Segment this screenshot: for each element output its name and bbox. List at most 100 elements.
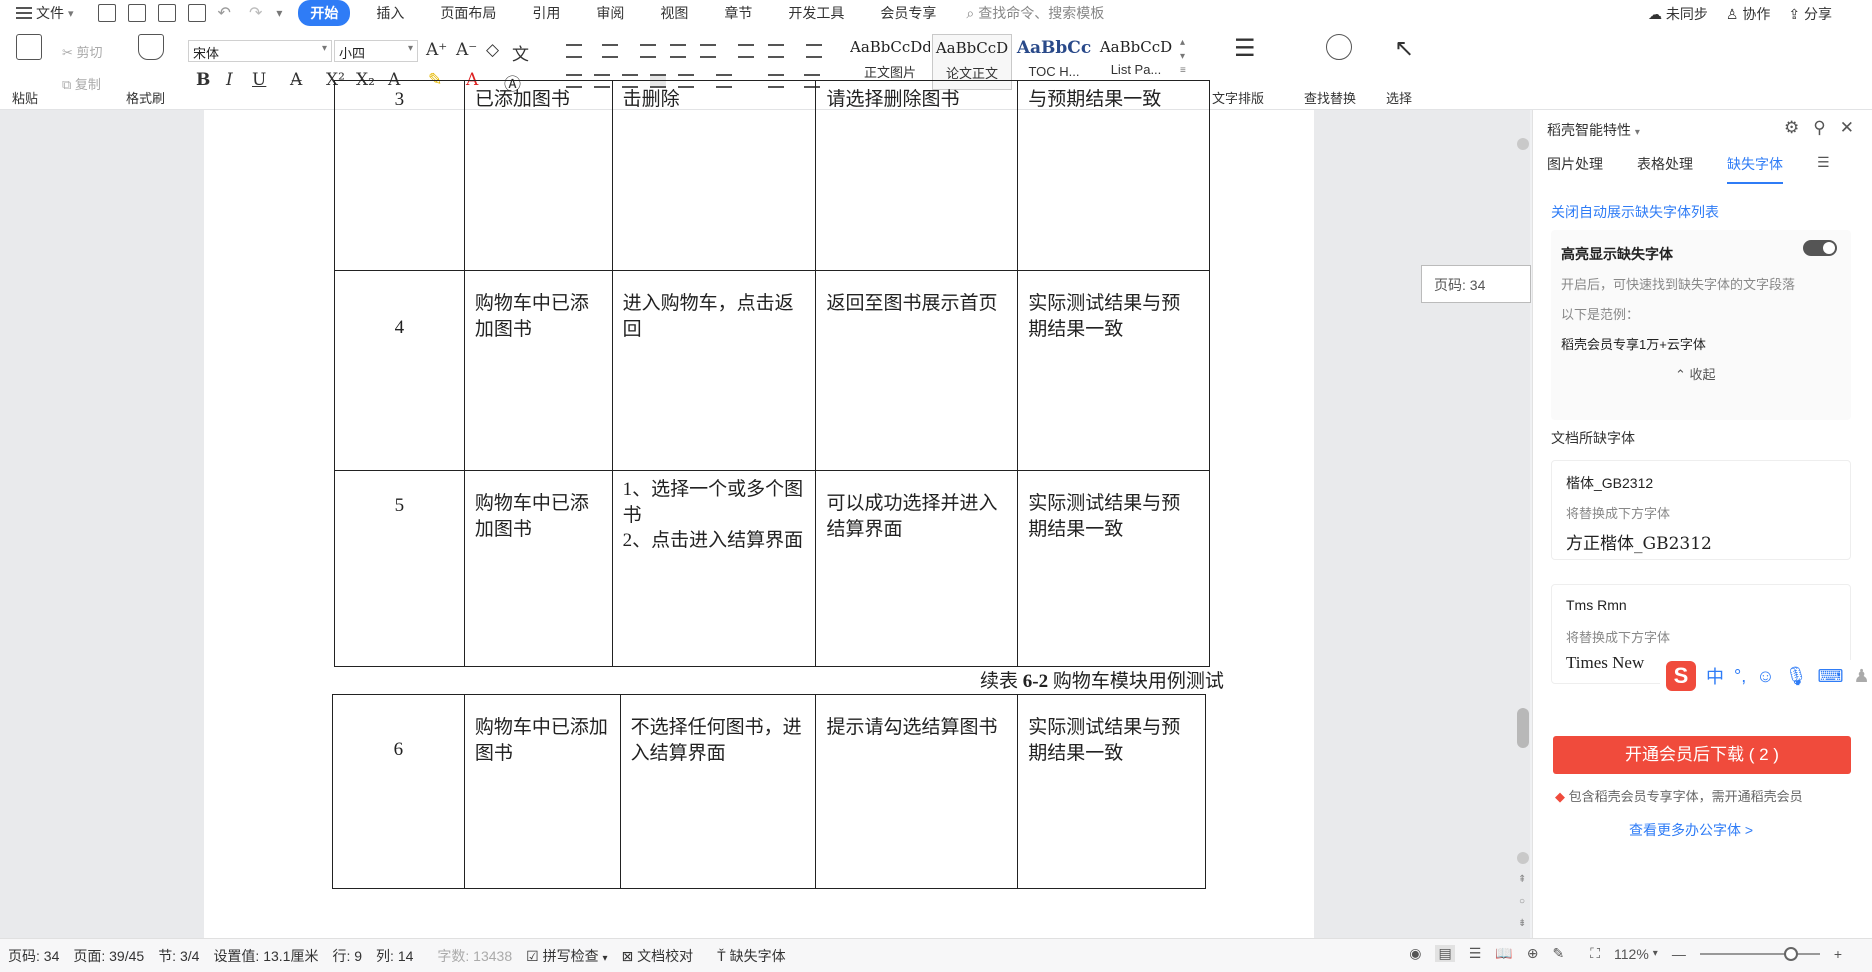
page-view-icon[interactable]: ▤ (1435, 945, 1455, 962)
zoom-out-icon[interactable]: — (1672, 946, 1686, 962)
print-preview-icon[interactable] (187, 4, 206, 22)
collab-button[interactable]: ♙ 协作 (1726, 4, 1770, 24)
tab-review[interactable]: 审阅 (586, 1, 634, 25)
member-download-button[interactable]: 开通会员后下载 ( 2 ) (1553, 736, 1851, 774)
underline-icon[interactable]: U (252, 70, 266, 90)
fit-page-icon[interactable]: ⛶ (1590, 945, 1600, 962)
sync-status[interactable]: ☁ 未同步 (1648, 4, 1708, 24)
numbered-list-icon[interactable] (602, 44, 618, 58)
strikethrough-icon[interactable]: A̶ (290, 70, 302, 90)
status-page[interactable]: 页面: 39/45 (73, 946, 144, 966)
export-pdf-icon[interactable] (127, 4, 146, 22)
paste-icon[interactable] (16, 34, 42, 60)
font-size-select[interactable]: 小四 (334, 40, 418, 62)
scroll-down-icon[interactable] (1517, 852, 1529, 864)
text-layout-icon[interactable]: ☰ (1234, 34, 1260, 62)
status-page-code[interactable]: 页码: 34 (8, 946, 59, 966)
zoom-slider[interactable] (1699, 946, 1820, 961)
outline-view-icon[interactable]: ☰ (1469, 945, 1482, 962)
pin-icon[interactable]: ⚲ (1813, 118, 1825, 138)
zoom-slider-knob[interactable] (1783, 946, 1798, 961)
undo-icon[interactable]: ↶ (218, 3, 231, 23)
tab-home[interactable]: 开始 (298, 0, 351, 26)
bullet-list-icon[interactable] (566, 44, 582, 58)
settings-gear-icon[interactable]: ⚙ (1784, 118, 1799, 138)
spell-check-button[interactable]: ☑ 拼写检查 ▾ (526, 946, 607, 966)
cursor-select-icon[interactable]: ↖ (1394, 34, 1420, 62)
ime-mode[interactable]: 中 (1706, 663, 1724, 689)
status-section[interactable]: 节: 3/4 (158, 946, 199, 966)
find-replace-button[interactable]: 查找替换 (1304, 88, 1356, 107)
magnifier-icon[interactable] (1326, 34, 1352, 60)
ime-punctuation[interactable]: °, (1734, 666, 1746, 687)
missing-font-button[interactable]: Ť 缺失字体 (717, 946, 785, 966)
status-col[interactable]: 列: 14 (376, 946, 413, 966)
keyboard-icon[interactable]: ⌨ (1817, 666, 1843, 687)
font-name-select[interactable]: 宋体 (188, 40, 332, 62)
share-button[interactable]: ⇪ 分享 (1788, 4, 1832, 24)
command-search[interactable]: ⌕ 查找命令、搜索模板 (966, 3, 1104, 23)
microphone-icon[interactable]: 🎙 (1785, 666, 1808, 687)
italic-icon[interactable]: I (226, 70, 233, 90)
sort-icon[interactable] (738, 44, 754, 58)
pinyin-icon[interactable]: 文 (512, 40, 529, 65)
file-menu[interactable]: 文件 ▾ (16, 3, 74, 23)
decrease-indent-icon[interactable] (640, 44, 656, 58)
collapse-button[interactable]: ⌃ 收起 (1675, 364, 1716, 383)
grow-font-icon[interactable]: A⁺ (426, 40, 447, 60)
write-mode-icon[interactable]: ✎ (1552, 945, 1564, 962)
tab-missing-fonts[interactable]: 缺失字体 (1727, 154, 1783, 184)
increase-indent-icon[interactable] (670, 44, 686, 58)
clear-format-icon[interactable]: ◇ (486, 40, 499, 60)
tab-chapter[interactable]: 章节 (714, 1, 762, 25)
zoom-in-icon[interactable]: + (1834, 946, 1842, 962)
emoji-icon[interactable]: ☺ (1756, 666, 1774, 687)
status-word-count[interactable]: 字数: 13438 (437, 946, 512, 966)
missing-font-card[interactable]: 楷体_GB2312 将替换成下方字体 方正楷体_GB2312 (1551, 460, 1851, 560)
format-painter-button[interactable]: 格式刷 (126, 88, 165, 107)
paste-button[interactable]: 粘贴 (12, 88, 38, 107)
tab-references[interactable]: 引用 (522, 1, 570, 25)
print-icon[interactable] (157, 4, 176, 22)
zoom-level[interactable]: 112% (1614, 946, 1649, 962)
scroll-thumb[interactable] (1517, 708, 1529, 748)
styles-scroll-icon[interactable]: ▴ ▾ ≡ (1180, 36, 1186, 78)
copy-button[interactable]: ⧉ 复制 (62, 74, 101, 93)
format-painter-icon[interactable] (138, 34, 164, 60)
distribute-icon[interactable] (806, 44, 822, 58)
reading-view-icon[interactable]: 📖 (1495, 945, 1512, 962)
show-marks-icon[interactable] (768, 44, 784, 58)
tab-developer[interactable]: 开发工具 (778, 1, 854, 25)
shrink-font-icon[interactable]: A⁻ (456, 40, 477, 60)
skin-icon[interactable]: ♟ (1853, 666, 1869, 687)
cut-button[interactable]: ✂ 剪切 (62, 42, 103, 61)
save-icon[interactable] (97, 4, 116, 22)
more-fonts-link[interactable]: 查看更多办公字体 > (1629, 820, 1753, 840)
tab-view[interactable]: 视图 (650, 1, 698, 25)
redo-icon[interactable]: ↷ (249, 3, 262, 23)
ime-toolbar[interactable]: S 中 °, ☺ 🎙 ⌨ ♟ (1660, 660, 1872, 692)
bold-icon[interactable]: B (196, 70, 210, 90)
panel-menu-icon[interactable]: ☰ (1817, 154, 1830, 184)
tab-page-layout[interactable]: 页面布局 (430, 1, 506, 25)
tab-insert[interactable]: 插入 (366, 1, 414, 25)
status-setting[interactable]: 设置值: 13.1厘米 (213, 946, 318, 966)
select-button[interactable]: 选择 (1386, 88, 1412, 107)
panel-title[interactable]: 稻壳智能特性 ▾ (1547, 120, 1640, 140)
browse-object-icon[interactable]: ○ (1519, 896, 1525, 907)
tab-table-processing[interactable]: 表格处理 (1637, 154, 1693, 184)
text-direction-icon[interactable] (700, 44, 716, 58)
text-layout-button[interactable]: 文字排版 (1212, 88, 1264, 107)
quick-access-more-icon[interactable]: ▾ (276, 6, 282, 20)
highlight-toggle[interactable] (1803, 240, 1837, 256)
vertical-scrollbar[interactable]: ⇞ ○ ⇟ (1516, 112, 1530, 934)
close-icon[interactable]: ✕ (1840, 118, 1854, 138)
next-page-icon[interactable]: ⇟ (1518, 918, 1526, 929)
prev-page-icon[interactable]: ⇞ (1518, 874, 1526, 885)
web-view-icon[interactable]: ⊕ (1527, 945, 1539, 962)
tab-image-processing[interactable]: 图片处理 (1547, 154, 1603, 184)
tab-member[interactable]: 会员专享 (870, 1, 946, 25)
proofread-button[interactable]: ⊠ 文档校对 (622, 946, 694, 966)
eye-protection-icon[interactable]: ◉ (1409, 945, 1421, 962)
status-row[interactable]: 行: 9 (332, 946, 362, 966)
